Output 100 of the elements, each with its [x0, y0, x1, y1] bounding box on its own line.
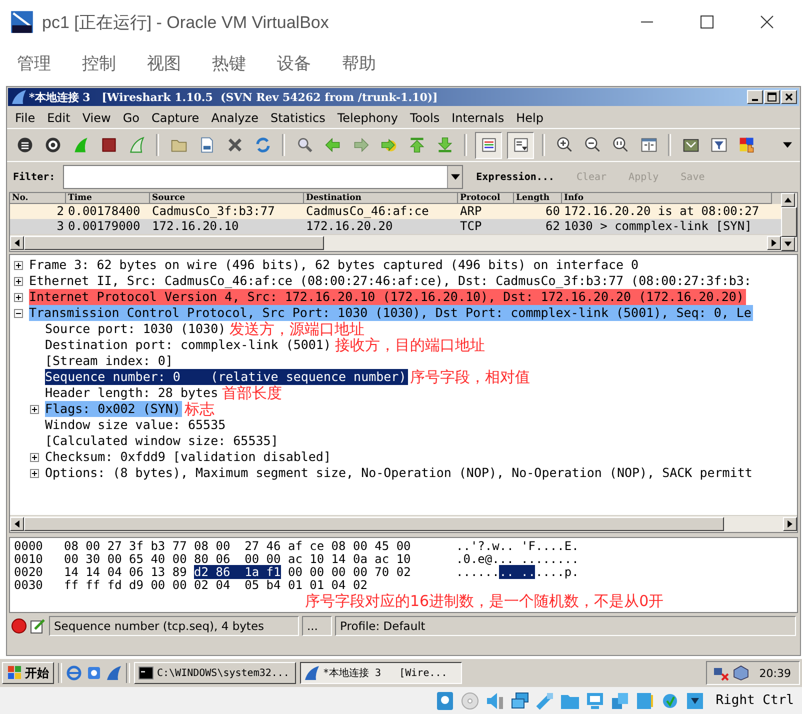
- goto-arrow-icon: [380, 136, 398, 154]
- tree-item[interactable]: [Stream index: 0]: [45, 353, 175, 369]
- tree-item[interactable]: Frame 3: 62 bytes on wire (496 bits), 62 bytes captured (496 bits) on interface 0: [29, 257, 641, 273]
- display-icon[interactable]: [584, 690, 605, 710]
- maximize-icon[interactable]: [700, 15, 714, 29]
- edit-icon[interactable]: [30, 618, 46, 634]
- menu-item[interactable]: 视图: [147, 52, 181, 74]
- dropdown-icon[interactable]: [783, 142, 792, 148]
- status-text: Sequence number (tcp.seq), 4 bytes: [49, 616, 299, 636]
- expand-toggle-icon[interactable]: [14, 276, 23, 286]
- menu-item[interactable]: Help: [512, 110, 548, 124]
- menu-item[interactable]: Edit: [43, 110, 74, 124]
- expand-toggle-icon[interactable]: [14, 292, 23, 302]
- menu-item[interactable]: 设备: [277, 52, 311, 74]
- horizontal-scrollbar[interactable]: [10, 234, 781, 251]
- tree-item[interactable]: Flags: 0x002 (SYN): [45, 401, 182, 417]
- menu-item[interactable]: Analyze: [207, 110, 262, 124]
- zoom-in-icon: [556, 136, 574, 154]
- hex-bytes: ff ff fd d9 00 00 02 04 05 b4 01 01 04 02: [64, 578, 368, 592]
- expand-toggle-icon[interactable]: [30, 468, 39, 478]
- bottom-arrow-icon: [436, 136, 454, 154]
- tree-item[interactable]: Ethernet II, Src: CadmusCo_46:af:ce (08:00:27:46:af:ce), Dst: CadmusCo_3f:b3:77 (08:00:27:3f:b3:: [29, 273, 754, 289]
- scrollbar-thumb[interactable]: [24, 517, 724, 531]
- expand-toggle-icon[interactable]: [30, 404, 39, 414]
- expand-toggle-icon[interactable]: [30, 452, 39, 462]
- horizontal-scrollbar[interactable]: [10, 515, 797, 532]
- capture-filter-icon: [682, 136, 700, 154]
- menu-item[interactable]: Capture: [147, 110, 204, 124]
- close-button[interactable]: [781, 90, 797, 104]
- maximize-button[interactable]: [764, 90, 780, 104]
- menu-item[interactable]: Telephony: [333, 110, 402, 124]
- scrollbar-thumb[interactable]: [24, 236, 324, 250]
- filter-field[interactable]: [63, 165, 464, 189]
- tree-item[interactable]: Transmission Control Protocol, Src Port: 1030 (1030), Dst Port: commplex-link (5001), Seq: 0, Le: [29, 305, 754, 321]
- close-icon: [784, 92, 794, 102]
- menu-item[interactable]: Statistics: [266, 110, 330, 124]
- menu-item[interactable]: View: [78, 110, 115, 124]
- shark-fin-icon[interactable]: [106, 665, 122, 681]
- monitors-icon[interactable]: [510, 690, 530, 710]
- speaker-icon[interactable]: [484, 690, 505, 710]
- menu-item[interactable]: 控制: [82, 52, 116, 74]
- packet-row[interactable]: 3 0.00179000 172.16.20.10 172.16.20.20 TCP 62 1030 > commplex-link [SYN]: [10, 219, 781, 234]
- annotation-text: 发送方，源端口地址: [230, 321, 365, 337]
- hex-bytes: 00 30 00 65 40 00 80 06 00 00 ac 10 14 0a ac 10: [64, 552, 411, 566]
- dropdown-icon[interactable]: [450, 174, 460, 180]
- tree-item[interactable]: Internet Protocol Version 4, Src: 172.16.20.10 (172.16.20.10), Dst: 172.16.20.20 (172.16.20.20): [29, 289, 746, 305]
- menu-item[interactable]: 热键: [212, 52, 246, 74]
- filter-action-button[interactable]: Expression...: [467, 172, 564, 182]
- error-indicator-icon[interactable]: [11, 618, 27, 634]
- menu-item[interactable]: File: [11, 110, 40, 124]
- packet-row[interactable]: 2 0.00178400 CadmusCo_3f:b3:77 CadmusCo_46:af:ce ARP 60 172.16.20.20 is at 08:00:27: [10, 204, 781, 219]
- host-key-label: Right Ctrl: [716, 693, 794, 708]
- top-arrow-icon: [408, 136, 426, 154]
- toolbar-button[interactable]: [475, 132, 502, 158]
- menu-item[interactable]: 管理: [17, 52, 51, 74]
- hex-offset: 0030: [14, 579, 44, 592]
- menu-item[interactable]: Internals: [448, 110, 508, 124]
- annotation-text: 接收方，目的端口地址: [334, 337, 485, 353]
- windows-icon[interactable]: [610, 690, 630, 710]
- toolbar-button[interactable]: [507, 132, 534, 158]
- browser-icon[interactable]: [66, 665, 82, 681]
- tree-item[interactable]: Window size value: 65535: [45, 417, 228, 433]
- menu-item[interactable]: 帮助: [342, 52, 376, 74]
- close-icon[interactable]: [760, 15, 774, 29]
- tree-item[interactable]: Destination port: commplex-link (5001): [45, 337, 333, 353]
- shark-fin-icon: [128, 136, 146, 154]
- start-button[interactable]: 开始: [2, 662, 54, 684]
- interfaces-icon: [16, 136, 34, 154]
- table-cell-text: ARP: [459, 204, 483, 219]
- table-cell-text: 172.16.20.20 is at 08:00:27: [563, 204, 760, 219]
- expand-toggle-icon[interactable]: [14, 308, 23, 318]
- vertical-scrollbar[interactable]: [781, 193, 797, 251]
- reload-icon: [254, 136, 272, 154]
- taskbar-button[interactable]: C:\WINDOWS\system32...: [134, 662, 296, 684]
- stop-icon: [100, 136, 118, 154]
- annotation-text: 标志: [184, 401, 214, 417]
- tree-item[interactable]: Sequence number: 0 (relative sequence number): [45, 369, 408, 385]
- cube-icon[interactable]: [733, 665, 750, 681]
- table-cell-text: 0.00179000: [67, 219, 142, 234]
- hex-offset: 0000: [14, 540, 44, 553]
- table-cell-text: 60: [544, 204, 561, 219]
- tree-item[interactable]: Source port: 1030 (1030): [45, 321, 228, 337]
- minimize-button[interactable]: [747, 90, 763, 104]
- tree-item[interactable]: Header length: 28 bytes: [45, 385, 220, 401]
- tree-item[interactable]: Options: (8 bytes), Maximum segment size, No-Operation (NOP), No-Operation (NOP), SACK permitt: [45, 465, 754, 481]
- network-icon[interactable]: [713, 665, 730, 681]
- menu-item[interactable]: Tools: [406, 110, 444, 124]
- table-cell-text: 2: [56, 204, 65, 219]
- usb-icon[interactable]: [534, 690, 555, 710]
- expand-toggle-icon[interactable]: [14, 260, 23, 270]
- tree-item[interactable]: [Calculated window size: 65535]: [45, 433, 280, 449]
- video-icon[interactable]: [634, 690, 655, 710]
- tree-item[interactable]: Checksum: 0xfdd9 [validation disabled]: [45, 449, 333, 465]
- scrollbar-thumb[interactable]: [781, 207, 797, 237]
- annotation-text: 首部长度: [222, 385, 282, 401]
- taskbar-button[interactable]: *本地连接 3 [Wire...: [300, 662, 462, 684]
- table-cell-text: 3: [56, 219, 65, 234]
- left-arrow-icon: [324, 136, 342, 154]
- table-cell-text: 1030 > commplex-link [SYN]: [563, 219, 753, 234]
- menu-item[interactable]: Go: [118, 110, 144, 124]
